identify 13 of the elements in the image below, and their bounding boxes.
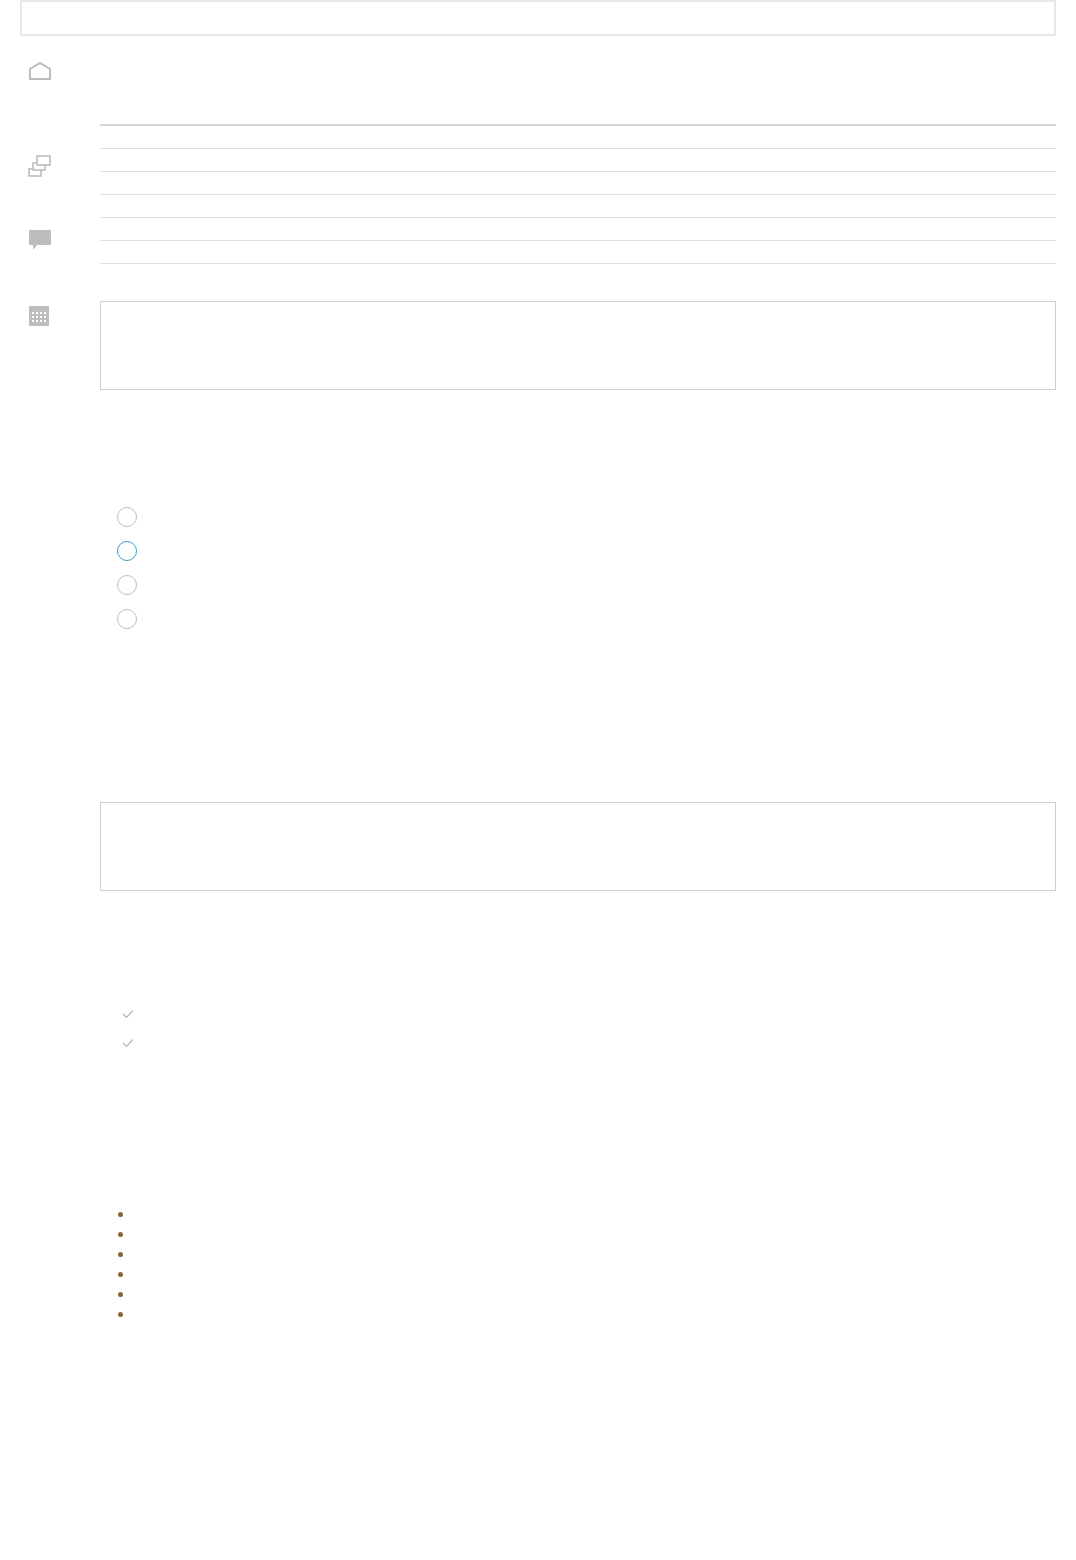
text-area[interactable] [100, 301, 1056, 390]
bullet-icon [118, 1312, 123, 1317]
text-area[interactable] [100, 802, 1056, 891]
bullet-icon [118, 1252, 123, 1257]
comment-icon[interactable] [28, 229, 52, 251]
windows-icon[interactable] [28, 154, 52, 178]
calendar-icon[interactable] [28, 305, 50, 327]
bullet-icon [118, 1232, 123, 1237]
bullet-icon [118, 1272, 123, 1277]
home-icon[interactable] [28, 61, 52, 81]
bullet-icon [118, 1212, 123, 1217]
input-field[interactable] [20, 0, 1056, 36]
bullet-icon [118, 1292, 123, 1297]
